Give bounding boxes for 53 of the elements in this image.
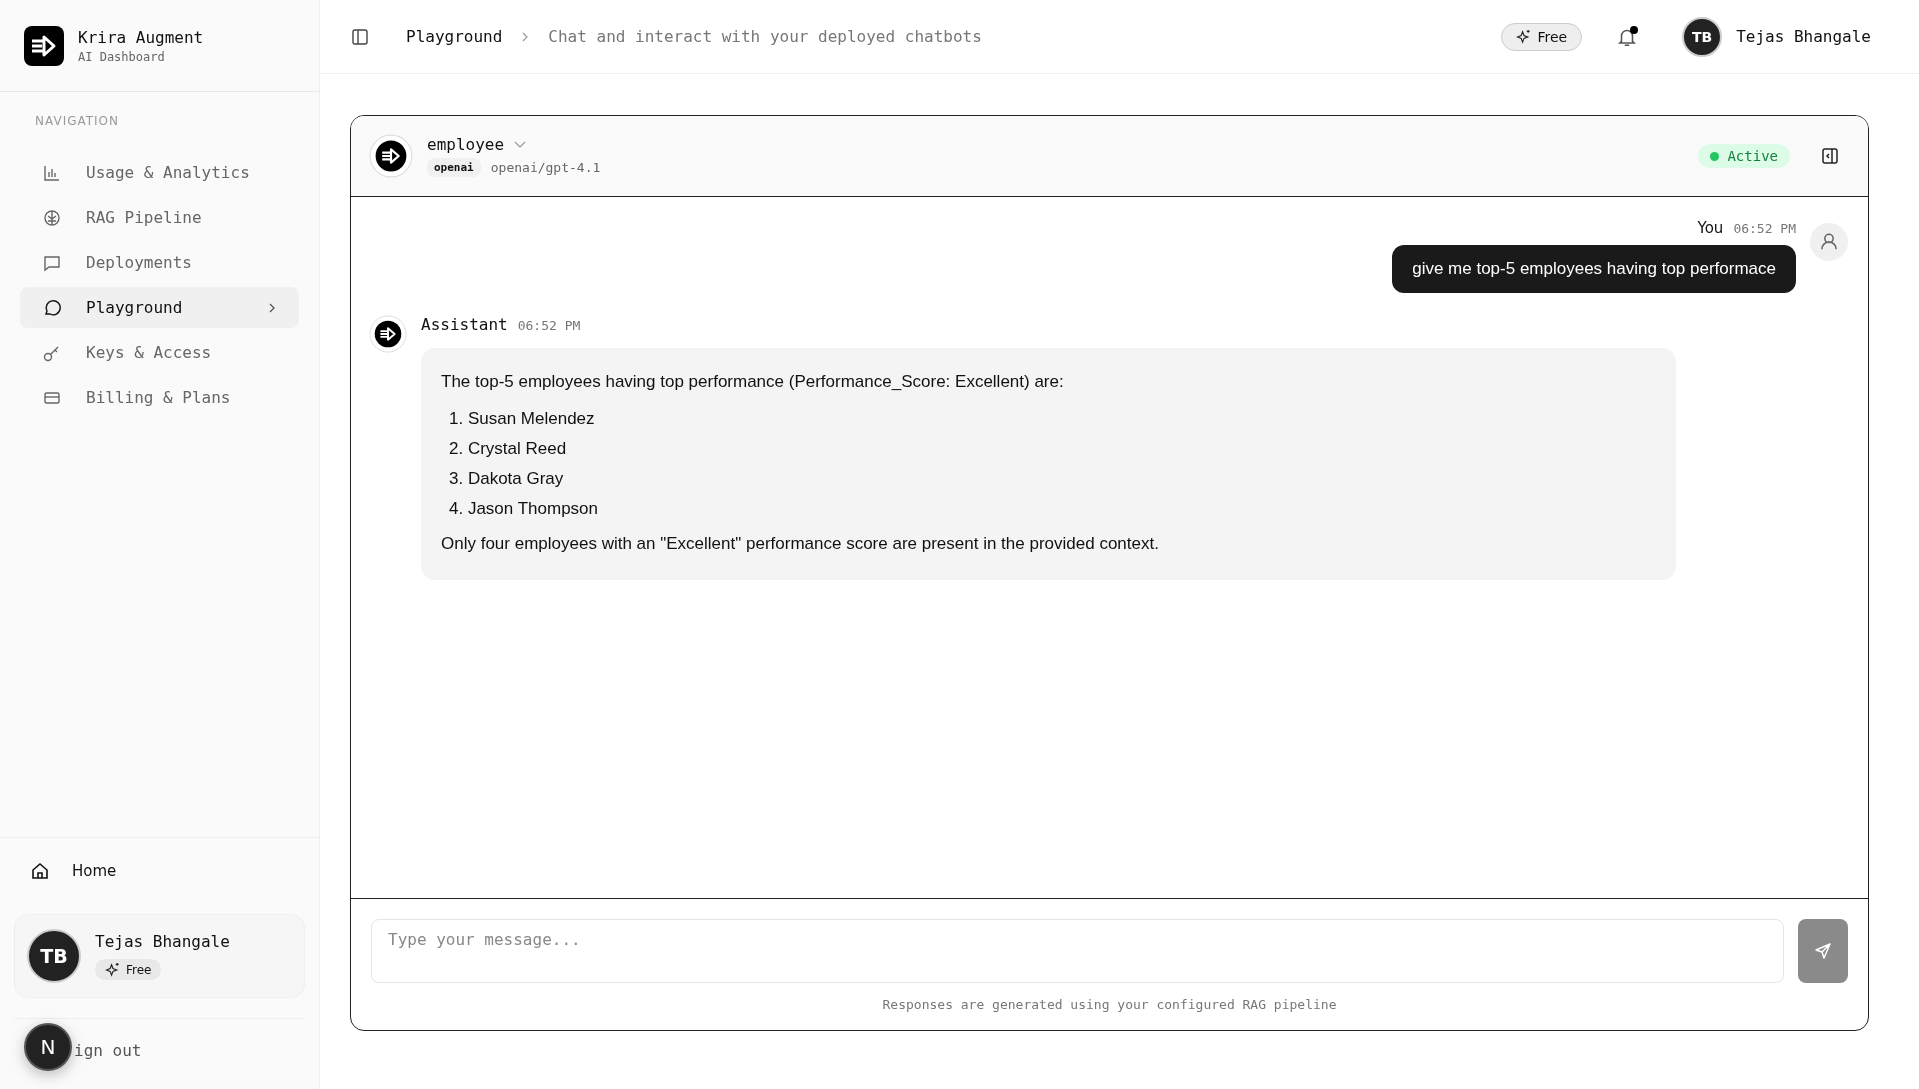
panel-toggle-icon[interactable] bbox=[1820, 146, 1840, 166]
sidebar-item[interactable]: RAG Pipeline bbox=[20, 197, 299, 238]
message-input[interactable]: Type your message... bbox=[371, 919, 1784, 983]
bot-avatar-icon bbox=[369, 315, 407, 353]
sidebar-toggle-icon[interactable] bbox=[350, 26, 370, 47]
timestamp: 06:52 PM bbox=[517, 318, 581, 333]
dev-badge[interactable]: N bbox=[24, 1023, 72, 1071]
list-item: 4. Jason Thompson bbox=[448, 498, 599, 520]
dropdown-icon[interactable] bbox=[514, 140, 527, 149]
nav-icon bbox=[42, 297, 62, 318]
message-text: Only four employees with an "Excellent" performance score are present in the provided context. bbox=[441, 534, 1160, 554]
sender-name: You bbox=[1697, 219, 1724, 237]
sidebar-item[interactable]: Usage & Analytics bbox=[20, 152, 299, 193]
timestamp: 06:52 PM bbox=[1733, 221, 1796, 236]
user-name: Tejas Bhangale bbox=[95, 932, 230, 951]
breadcrumb[interactable]: Playground bbox=[406, 27, 503, 46]
notification-button[interactable] bbox=[1616, 25, 1639, 48]
list-item: 3. Dakota Gray bbox=[448, 468, 565, 490]
sparkle-icon bbox=[1516, 29, 1532, 44]
section-label: NAVIGATION bbox=[34, 114, 121, 130]
send-button[interactable] bbox=[1798, 919, 1848, 983]
sidebar-item[interactable]: Playground bbox=[20, 287, 299, 328]
chevron-icon bbox=[267, 302, 277, 313]
home-link[interactable]: Home bbox=[14, 856, 305, 886]
bot-avatar-icon bbox=[369, 134, 413, 178]
avatar: TB bbox=[27, 929, 81, 983]
sidebar-item[interactable]: Billing & Plans bbox=[20, 377, 299, 418]
send-icon bbox=[1813, 941, 1833, 961]
sidebar-item[interactable]: Deployments bbox=[20, 242, 299, 283]
message-text: The top-5 employees having top performance (Performance_Score: Excellent) are: bbox=[441, 372, 1065, 392]
page-subtitle: Chat and interact with your deployed chatbots bbox=[548, 27, 982, 46]
home-icon bbox=[30, 861, 50, 881]
brand-subtitle: AI Dashboard bbox=[78, 49, 166, 64]
user-name: Tejas Bhangale bbox=[1736, 27, 1871, 46]
brand-name: Krira Augment bbox=[78, 27, 204, 47]
sparkle-icon bbox=[105, 962, 120, 977]
model-name: openai/gpt-4.1 bbox=[490, 160, 601, 175]
user-message: give me top-5 employees having top performace bbox=[1392, 245, 1796, 293]
footnote: Responses are generated using your configured RAG pipeline bbox=[882, 997, 1337, 1012]
bot-name[interactable]: employee bbox=[427, 135, 505, 154]
plan-badge: Free bbox=[95, 959, 162, 980]
sender-name: Assistant bbox=[421, 315, 508, 334]
provider-tag: openai bbox=[427, 158, 481, 177]
sign-out-link[interactable]: ign out bbox=[74, 1041, 142, 1060]
sidebar-item[interactable]: Keys & Access bbox=[20, 332, 299, 373]
list-item: 1. Susan Melendez bbox=[448, 408, 596, 430]
plan-badge[interactable]: Free bbox=[1501, 22, 1583, 51]
logo-icon bbox=[24, 25, 64, 66]
avatar[interactable]: TB bbox=[1682, 16, 1723, 57]
status-badge: Active bbox=[1698, 144, 1790, 168]
list-item: 2. Crystal Reed bbox=[448, 438, 568, 460]
nav-icon bbox=[42, 207, 62, 228]
user-icon bbox=[1810, 223, 1848, 261]
